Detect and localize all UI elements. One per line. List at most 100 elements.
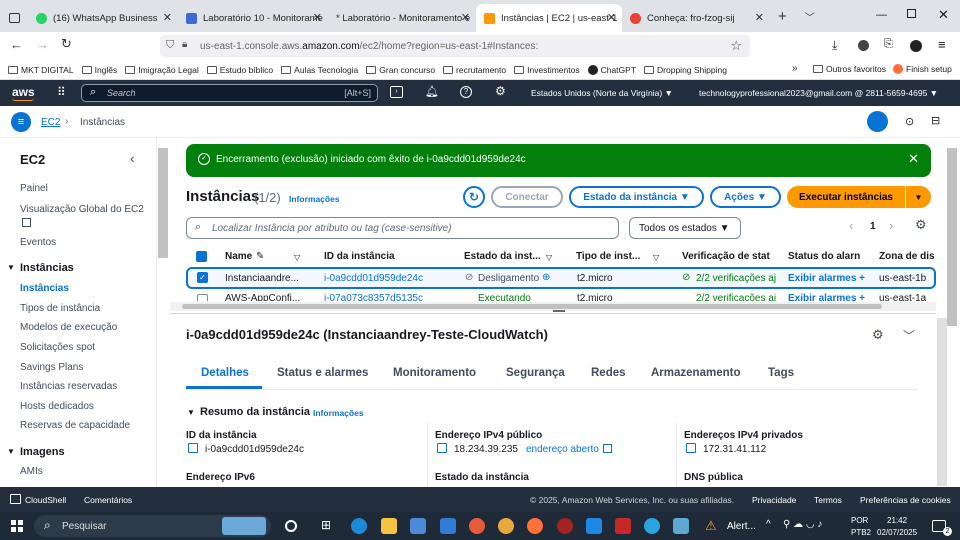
instance-search-input[interactable]: ⌕ Localizar Instância por atributo ou ta… bbox=[186, 217, 619, 239]
col-id[interactable]: ID da instância bbox=[324, 251, 395, 262]
summary-heading[interactable]: Resumo da instância bbox=[200, 406, 310, 418]
prev-page-icon[interactable]: ‹ bbox=[849, 218, 853, 233]
bookmark-item[interactable]: ChatGPT bbox=[587, 64, 636, 75]
close-icon[interactable]: ✕ bbox=[461, 11, 470, 24]
help-icon[interactable]: ? bbox=[460, 86, 472, 98]
bookmark-item[interactable]: Aulas Tecnologia bbox=[281, 65, 358, 75]
bookmark-finish-setup[interactable]: Finish setup bbox=[893, 64, 952, 74]
tab-list-icon[interactable]: ﹀ bbox=[805, 9, 815, 24]
col-alarm[interactable]: Status do alarn bbox=[788, 251, 860, 262]
notes-icon[interactable]: ⊟ bbox=[931, 114, 940, 127]
col-status-check[interactable]: Verificação de stat bbox=[682, 251, 770, 262]
connect-button[interactable]: Conectar bbox=[491, 186, 563, 208]
clock-date[interactable]: 02/07/2025 bbox=[877, 528, 917, 537]
bookmark-item[interactable]: Dropping Shipping bbox=[644, 65, 727, 75]
next-page-icon[interactable]: › bbox=[889, 218, 893, 233]
panel-toggle-icon[interactable] bbox=[867, 111, 888, 132]
aws-search-input[interactable]: ⌕ Search [Alt+S] bbox=[81, 84, 378, 102]
aws-logo[interactable]: aws bbox=[12, 85, 35, 99]
drag-handle-icon[interactable] bbox=[553, 310, 565, 312]
windows-start-icon[interactable] bbox=[11, 520, 23, 532]
collapse-icon[interactable]: ﹀ bbox=[903, 327, 915, 344]
view-alarms-link[interactable]: Exibir alarmes + bbox=[788, 273, 865, 284]
col-name[interactable]: Name bbox=[225, 251, 252, 262]
zoom-icon[interactable]: ⊕ bbox=[542, 272, 550, 283]
instance-id-link[interactable]: i-07a073c8357d5135c bbox=[324, 293, 423, 301]
app-icon[interactable] bbox=[557, 518, 573, 534]
page-number[interactable]: 1 bbox=[870, 221, 876, 232]
split-divider[interactable] bbox=[170, 313, 936, 317]
instance-id-link[interactable]: i-0a9cdd01d959de24c bbox=[324, 273, 423, 284]
sidebar-section-instances[interactable]: Instâncias bbox=[20, 262, 74, 274]
cloudshell-icon[interactable]: › bbox=[390, 86, 403, 98]
downloads-icon[interactable]: ⤓ bbox=[832, 38, 837, 53]
refresh-button[interactable]: ↻ bbox=[463, 186, 485, 208]
sidebar-item-instances[interactable]: Instâncias bbox=[20, 283, 69, 294]
feedback-icon[interactable]: ⊙ bbox=[905, 115, 914, 128]
gear-icon[interactable]: ⚙ bbox=[495, 84, 506, 98]
chrome-icon[interactable] bbox=[498, 518, 514, 534]
tab-lab-monitor[interactable]: * Laboratório - Monitoramento e ✕ bbox=[328, 4, 476, 32]
sidebar-section-images[interactable]: Imagens bbox=[20, 446, 65, 458]
app-icon[interactable] bbox=[469, 518, 485, 534]
close-icon[interactable]: ✕ bbox=[607, 11, 616, 24]
sidebar-item-savings[interactable]: Savings Plans bbox=[20, 362, 83, 373]
detail-scrollbar[interactable] bbox=[937, 318, 947, 486]
open-address-link[interactable]: endereço aberto bbox=[526, 444, 599, 455]
table-row[interactable]: AWS-AppConfi... i-07a073c8357d5135c Exec… bbox=[186, 291, 936, 301]
close-window-icon[interactable]: ✕ bbox=[938, 7, 949, 23]
back-icon[interactable]: ← bbox=[10, 37, 23, 52]
col-state[interactable]: Estado da inst... bbox=[464, 251, 541, 262]
sidebar-close-icon[interactable]: ‹ bbox=[130, 150, 135, 166]
close-icon[interactable]: ✕ bbox=[163, 11, 172, 24]
sidebar-item-global-view[interactable]: Visualização Global do EC2 bbox=[20, 204, 144, 215]
bookmark-star-icon[interactable]: ☆ bbox=[730, 38, 742, 54]
cloudshell-link[interactable]: CloudShell bbox=[25, 495, 66, 505]
bookmark-item[interactable]: recrutamento bbox=[443, 65, 506, 75]
firefox-icon[interactable] bbox=[527, 518, 543, 534]
forward-icon[interactable]: → bbox=[36, 37, 49, 52]
cookies-link[interactable]: Preferências de cookies bbox=[860, 495, 951, 505]
app-icon[interactable] bbox=[673, 518, 689, 534]
task-view-icon[interactable] bbox=[285, 520, 297, 532]
tab-details[interactable]: Detalhes bbox=[201, 367, 249, 379]
tab-lab10[interactable]: Laboratório 10 - Monitorame ✕ bbox=[178, 4, 328, 32]
col-type[interactable]: Tipo de inst... bbox=[576, 251, 640, 262]
clock-time[interactable]: 21:42 bbox=[887, 516, 907, 525]
close-icon[interactable]: ✕ bbox=[313, 11, 322, 24]
settings-gear-icon[interactable]: ⚙ bbox=[872, 327, 884, 343]
row-checkbox[interactable] bbox=[197, 294, 208, 301]
sort-icon[interactable]: ▽ bbox=[546, 253, 552, 262]
region-selector[interactable]: Estados Unidos (Norte da Virgínia) ▼ bbox=[531, 88, 673, 98]
sidebar-item-reserved[interactable]: Instâncias reservadas bbox=[20, 381, 117, 392]
sidebar-item-capacity[interactable]: Reservas de capacidade bbox=[20, 420, 130, 431]
breadcrumb-ec2[interactable]: EC2 bbox=[41, 117, 60, 128]
minimize-icon[interactable]: — bbox=[876, 9, 887, 21]
taskbar-search-input[interactable]: ⌕ Pesquisar bbox=[34, 515, 271, 537]
explorer-icon[interactable] bbox=[381, 518, 397, 534]
sort-icon[interactable]: ▽ bbox=[294, 253, 300, 262]
share-icon[interactable]: ⎘ bbox=[884, 38, 893, 51]
services-grid-icon[interactable]: ⠿ bbox=[57, 85, 66, 99]
sort-icon[interactable]: ▽ bbox=[653, 253, 659, 262]
tab-status-alarms[interactable]: Status e alarmes bbox=[277, 367, 368, 379]
telegram-icon[interactable] bbox=[644, 518, 660, 534]
cloudshell-icon[interactable] bbox=[10, 494, 21, 504]
tab-whatsapp[interactable]: (16) WhatsApp Business ✕ bbox=[28, 4, 178, 32]
caret-down-icon[interactable]: ▼ bbox=[187, 408, 195, 417]
sidebar-item-amis[interactable]: AMIs bbox=[20, 466, 43, 477]
edge-icon[interactable] bbox=[351, 518, 367, 534]
menu-icon[interactable]: ≡ bbox=[938, 37, 946, 52]
instance-state-button[interactable]: Estado da instância ▼ bbox=[569, 186, 704, 208]
vscode-icon[interactable] bbox=[586, 518, 602, 534]
table-row[interactable]: ✓ Instanciaandre... i-0a9cdd01d959de24c … bbox=[186, 267, 936, 289]
launch-dropdown-button[interactable]: ▼ bbox=[906, 186, 931, 208]
bookmark-other[interactable]: Outros favoritos bbox=[813, 64, 886, 74]
row-checkbox[interactable]: ✓ bbox=[197, 272, 208, 283]
info-link[interactable]: Informações bbox=[289, 194, 340, 204]
tab-monitoring[interactable]: Monitoramento bbox=[393, 367, 476, 379]
actions-button[interactable]: Ações ▼ bbox=[710, 186, 781, 208]
tab-ec2-instances[interactable]: Instâncias | EC2 | us-east-1 ✕ bbox=[476, 4, 622, 32]
alert-app[interactable]: Alert... bbox=[727, 521, 756, 532]
sidebar-item-dedicated[interactable]: Hosts dedicados bbox=[20, 401, 94, 412]
